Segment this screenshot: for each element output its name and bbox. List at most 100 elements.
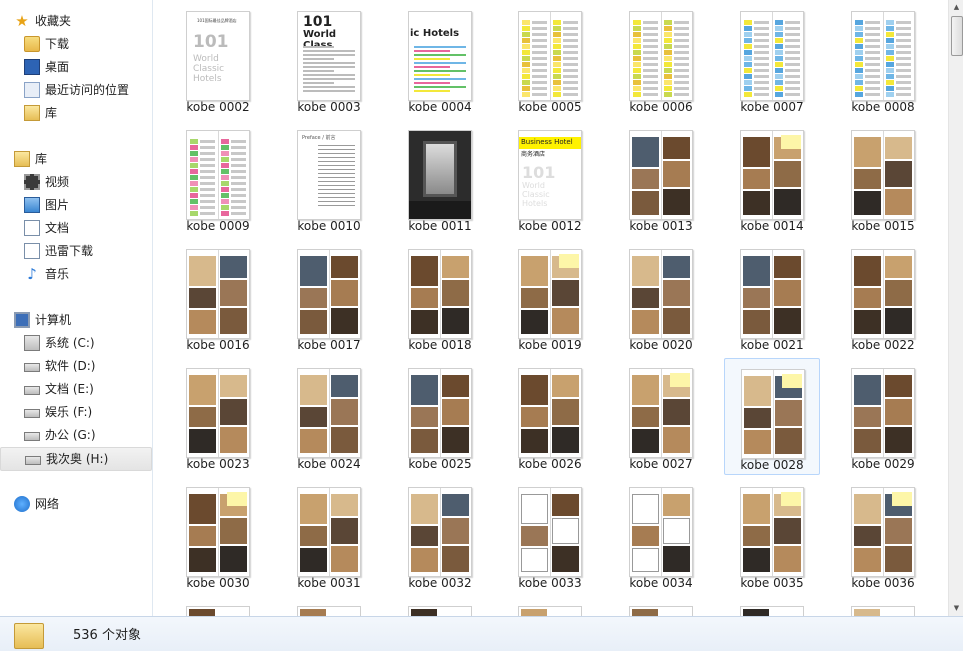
file-item[interactable]: kobe 0007 <box>724 1 820 115</box>
file-item[interactable]: 101World Classkobe 0003 <box>281 1 377 115</box>
file-item[interactable]: kobe 0018 <box>392 239 488 353</box>
file-item[interactable]: kobe 0014 <box>724 120 820 234</box>
sidebar-item-drive-5[interactable]: 我次奥 (H:) <box>0 447 152 471</box>
list-swatch <box>190 199 198 204</box>
sidebar-computer-label: 计算机 <box>35 313 72 327</box>
sidebar-item-fav-2[interactable]: 最近访问的位置 <box>0 79 150 101</box>
file-item[interactable]: kobe 0027 <box>613 358 709 472</box>
photo-block <box>885 399 912 425</box>
file-item[interactable]: kobe 0019 <box>502 239 598 353</box>
file-item[interactable]: kobe 0016 <box>170 239 266 353</box>
list-line <box>674 39 689 42</box>
sidebar-item-fav-0[interactable]: 下载 <box>0 33 150 55</box>
sidebar-item-lib-2[interactable]: 文档 <box>0 217 150 239</box>
file-item[interactable]: kobe 0009 <box>170 120 266 234</box>
list-row <box>775 44 800 49</box>
file-item[interactable]: kobe 0031 <box>281 477 377 591</box>
sidebar-item-drive-1[interactable]: 软件 (D:) <box>0 355 150 377</box>
file-item[interactable]: kobe 0030 <box>170 477 266 591</box>
file-item[interactable]: kobe 0013 <box>613 120 709 234</box>
thumb-left-page <box>187 131 218 219</box>
sidebar-item-drive-4[interactable]: 办公 (G:) <box>0 424 150 446</box>
list-row <box>190 163 215 168</box>
sidebar-item-drive-0-label: 系统 (C:) <box>45 336 95 350</box>
sidebar-item-drive-3[interactable]: 娱乐 (F:) <box>0 401 150 423</box>
list-swatch <box>221 181 229 186</box>
file-item[interactable]: kobe 0036 <box>835 477 931 591</box>
file-item[interactable]: kobe 0006 <box>613 1 709 115</box>
list-row <box>855 74 880 79</box>
sidebar-favorites[interactable]: ★ 收藏夹 <box>0 10 150 32</box>
file-item[interactable]: kobe 0034 <box>613 477 709 591</box>
file-item[interactable]: kobe 0025 <box>392 358 488 472</box>
file-item[interactable]: kobe 0024 <box>281 358 377 472</box>
list-row <box>664 74 689 79</box>
sidebar-item-fav-1[interactable]: 桌面 <box>0 56 150 78</box>
scroll-up-arrow-icon[interactable]: ▲ <box>949 0 963 15</box>
list-line <box>563 45 578 48</box>
sidebar-item-lib-3[interactable]: 迅雷下载 <box>0 240 150 262</box>
sidebar-computer[interactable]: 计算机 <box>0 309 150 331</box>
photo-block <box>632 429 659 453</box>
photo-block <box>854 137 881 167</box>
sidebar-item-lib-1[interactable]: 图片 <box>0 194 150 216</box>
page-fold <box>883 369 884 457</box>
list-line <box>896 63 911 66</box>
text-line <box>414 66 451 68</box>
file-item[interactable]: kobe 0032 <box>392 477 488 591</box>
photo-block <box>743 256 770 286</box>
list-line <box>674 33 689 36</box>
list-line <box>896 87 911 90</box>
sidebar-item-lib-0[interactable]: 视频 <box>0 171 150 193</box>
file-item[interactable]: 101国际最佳品牌酒店 101 World Classic Hotels kobe 000… <box>170 1 266 115</box>
sidebar-item-drive-0[interactable]: 系统 (C:) <box>0 332 150 354</box>
photo-block <box>552 494 579 516</box>
list-swatch <box>664 74 672 79</box>
list-row <box>886 62 911 67</box>
file-item[interactable]: ic Hotels kobe 0004 <box>392 1 488 115</box>
sidebar-favorites-label: 收藏夹 <box>35 14 72 28</box>
vertical-scrollbar[interactable]: ▲ ▼ <box>948 0 963 616</box>
sidebar-item-drive-2[interactable]: 文档 (E:) <box>0 378 150 400</box>
file-item[interactable]: kobe 0023 <box>170 358 266 472</box>
photo-block <box>743 310 770 334</box>
file-name: kobe 0025 <box>408 457 472 471</box>
file-name: kobe 0024 <box>297 457 361 471</box>
file-item[interactable]: kobe 0011 <box>392 120 488 234</box>
list-line <box>754 87 769 90</box>
file-item[interactable]: kobe 0029 <box>835 358 931 472</box>
photo-block <box>774 189 801 215</box>
file-thumbnail <box>629 487 693 577</box>
file-item[interactable]: kobe 0021 <box>724 239 820 353</box>
file-item[interactable]: kobe 0017 <box>281 239 377 353</box>
sidebar-item-fav-3[interactable]: 库 <box>0 102 150 124</box>
text-line <box>414 74 451 76</box>
list-swatch <box>775 38 783 43</box>
file-item[interactable]: kobe 0008 <box>835 1 931 115</box>
file-item[interactable]: kobe 0026 <box>502 358 598 472</box>
page-fold <box>218 488 219 576</box>
photo-block <box>774 161 801 187</box>
file-item[interactable]: kobe 0035 <box>724 477 820 591</box>
photo-block <box>521 526 548 546</box>
scroll-down-arrow-icon[interactable]: ▼ <box>949 601 963 616</box>
yellow-text-panel <box>227 492 247 506</box>
file-item[interactable]: kobe 0020 <box>613 239 709 353</box>
file-item[interactable]: kobe 0022 <box>835 239 931 353</box>
library-icon <box>24 105 40 121</box>
file-item[interactable]: kobe 0005 <box>502 1 598 115</box>
sidebar-network[interactable]: 网络 <box>0 493 150 515</box>
list-swatch <box>522 56 530 61</box>
file-item[interactable]: kobe 0028 <box>724 358 820 475</box>
list-line <box>643 51 658 54</box>
file-item[interactable]: Business Hotel 商务酒店 101 World Classic Hotels k… <box>502 120 598 234</box>
sidebar-item-lib-4[interactable]: ♪ 音乐 <box>0 263 150 285</box>
list-row <box>633 86 658 91</box>
list-swatch <box>522 32 530 37</box>
scrollbar-thumb[interactable] <box>951 16 963 56</box>
file-item[interactable]: kobe 0015 <box>835 120 931 234</box>
file-item[interactable]: Preface / 前言 kobe 0010 <box>281 120 377 234</box>
list-line <box>532 27 547 30</box>
sidebar-libraries[interactable]: 库 <box>0 148 150 170</box>
file-item[interactable]: kobe 0033 <box>502 477 598 591</box>
